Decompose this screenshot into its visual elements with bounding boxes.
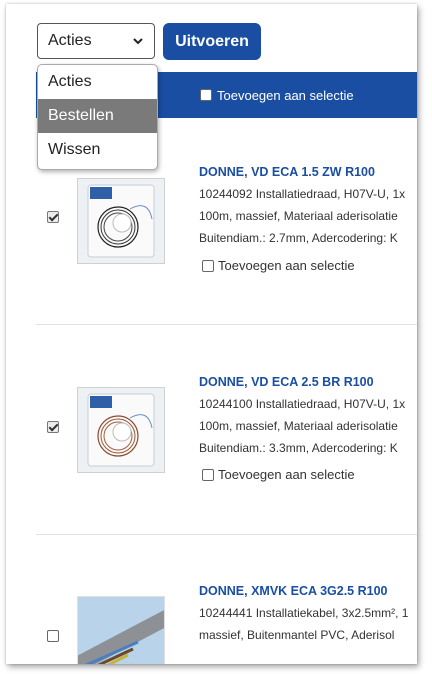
- actions-select-value: Acties: [48, 32, 92, 49]
- dropdown-option-acties[interactable]: Acties: [38, 65, 157, 99]
- add-to-selection-checkbox[interactable]: [202, 468, 214, 481]
- add-to-selection-control[interactable]: Toevoegen aan selectie: [202, 258, 355, 273]
- product-description-line: 10244092 Installatiedraad, H07V-U, 1x: [199, 187, 406, 201]
- cable-coil-image: [78, 388, 164, 472]
- product-checkbox[interactable]: [47, 421, 59, 433]
- actions-dropdown-menu: Acties Bestellen Wissen: [37, 64, 158, 170]
- row-divider: [36, 324, 417, 325]
- product-title[interactable]: DONNE, VD ECA 2.5 BR R100: [199, 375, 374, 389]
- add-to-selection-checkbox[interactable]: [202, 259, 214, 272]
- product-description-line: 10244100 Installatiedraad, H07V-U, 1x: [199, 397, 406, 411]
- cable-image: [78, 597, 164, 664]
- product-image: [77, 596, 165, 664]
- add-to-selection-control[interactable]: Toevoegen aan selectie: [202, 467, 355, 482]
- product-checkbox[interactable]: [47, 211, 59, 223]
- product-description-line: Buitendiam.: 2.7mm, Adercodering: K: [199, 231, 398, 245]
- product-checkbox[interactable]: [47, 630, 59, 642]
- chevron-down-icon: [133, 38, 143, 45]
- dropdown-option-bestellen[interactable]: Bestellen: [38, 99, 157, 133]
- product-description: 10244100 Installatiedraad, H07V-U, 1x 10…: [199, 393, 417, 459]
- page-frame: Acties Bestellen Wissen Acties Uitvoeren…: [6, 4, 417, 664]
- product-description-line: Buitendiam.: 3.3mm, Adercodering: K: [199, 441, 398, 455]
- add-to-selection-label: Toevoegen aan selectie: [218, 467, 355, 482]
- product-description-line: 10244441 Installatiekabel, 3x2.5mm², 1: [199, 606, 409, 620]
- run-button[interactable]: Uitvoeren: [163, 23, 261, 60]
- cable-coil-image: [78, 179, 164, 263]
- product-description-line: massief, Buitenmantel PVC, Aderisol: [199, 628, 395, 642]
- select-all-label: Toevoegen aan selectie: [217, 87, 354, 103]
- product-image: [77, 387, 165, 473]
- add-to-selection-label: Toevoegen aan selectie: [218, 258, 355, 273]
- product-image: [77, 178, 165, 264]
- product-title[interactable]: DONNE, VD ECA 1.5 ZW R100: [199, 165, 375, 179]
- select-all-control[interactable]: Toevoegen aan selectie: [200, 88, 354, 103]
- select-all-checkbox[interactable]: [200, 89, 212, 101]
- product-description: 10244092 Installatiedraad, H07V-U, 1x 10…: [199, 183, 417, 249]
- product-description-line: 100m, massief, Materiaal aderisolatie: [199, 209, 398, 223]
- actions-select[interactable]: Acties: [37, 23, 155, 59]
- product-description: 10244441 Installatiekabel, 3x2.5mm², 1 m…: [199, 602, 417, 646]
- product-title[interactable]: DONNE, XMVK ECA 3G2.5 R100: [199, 584, 387, 598]
- product-description-line: 100m, massief, Materiaal aderisolatie: [199, 419, 398, 433]
- dropdown-option-wissen[interactable]: Wissen: [38, 133, 157, 167]
- row-divider: [36, 534, 417, 535]
